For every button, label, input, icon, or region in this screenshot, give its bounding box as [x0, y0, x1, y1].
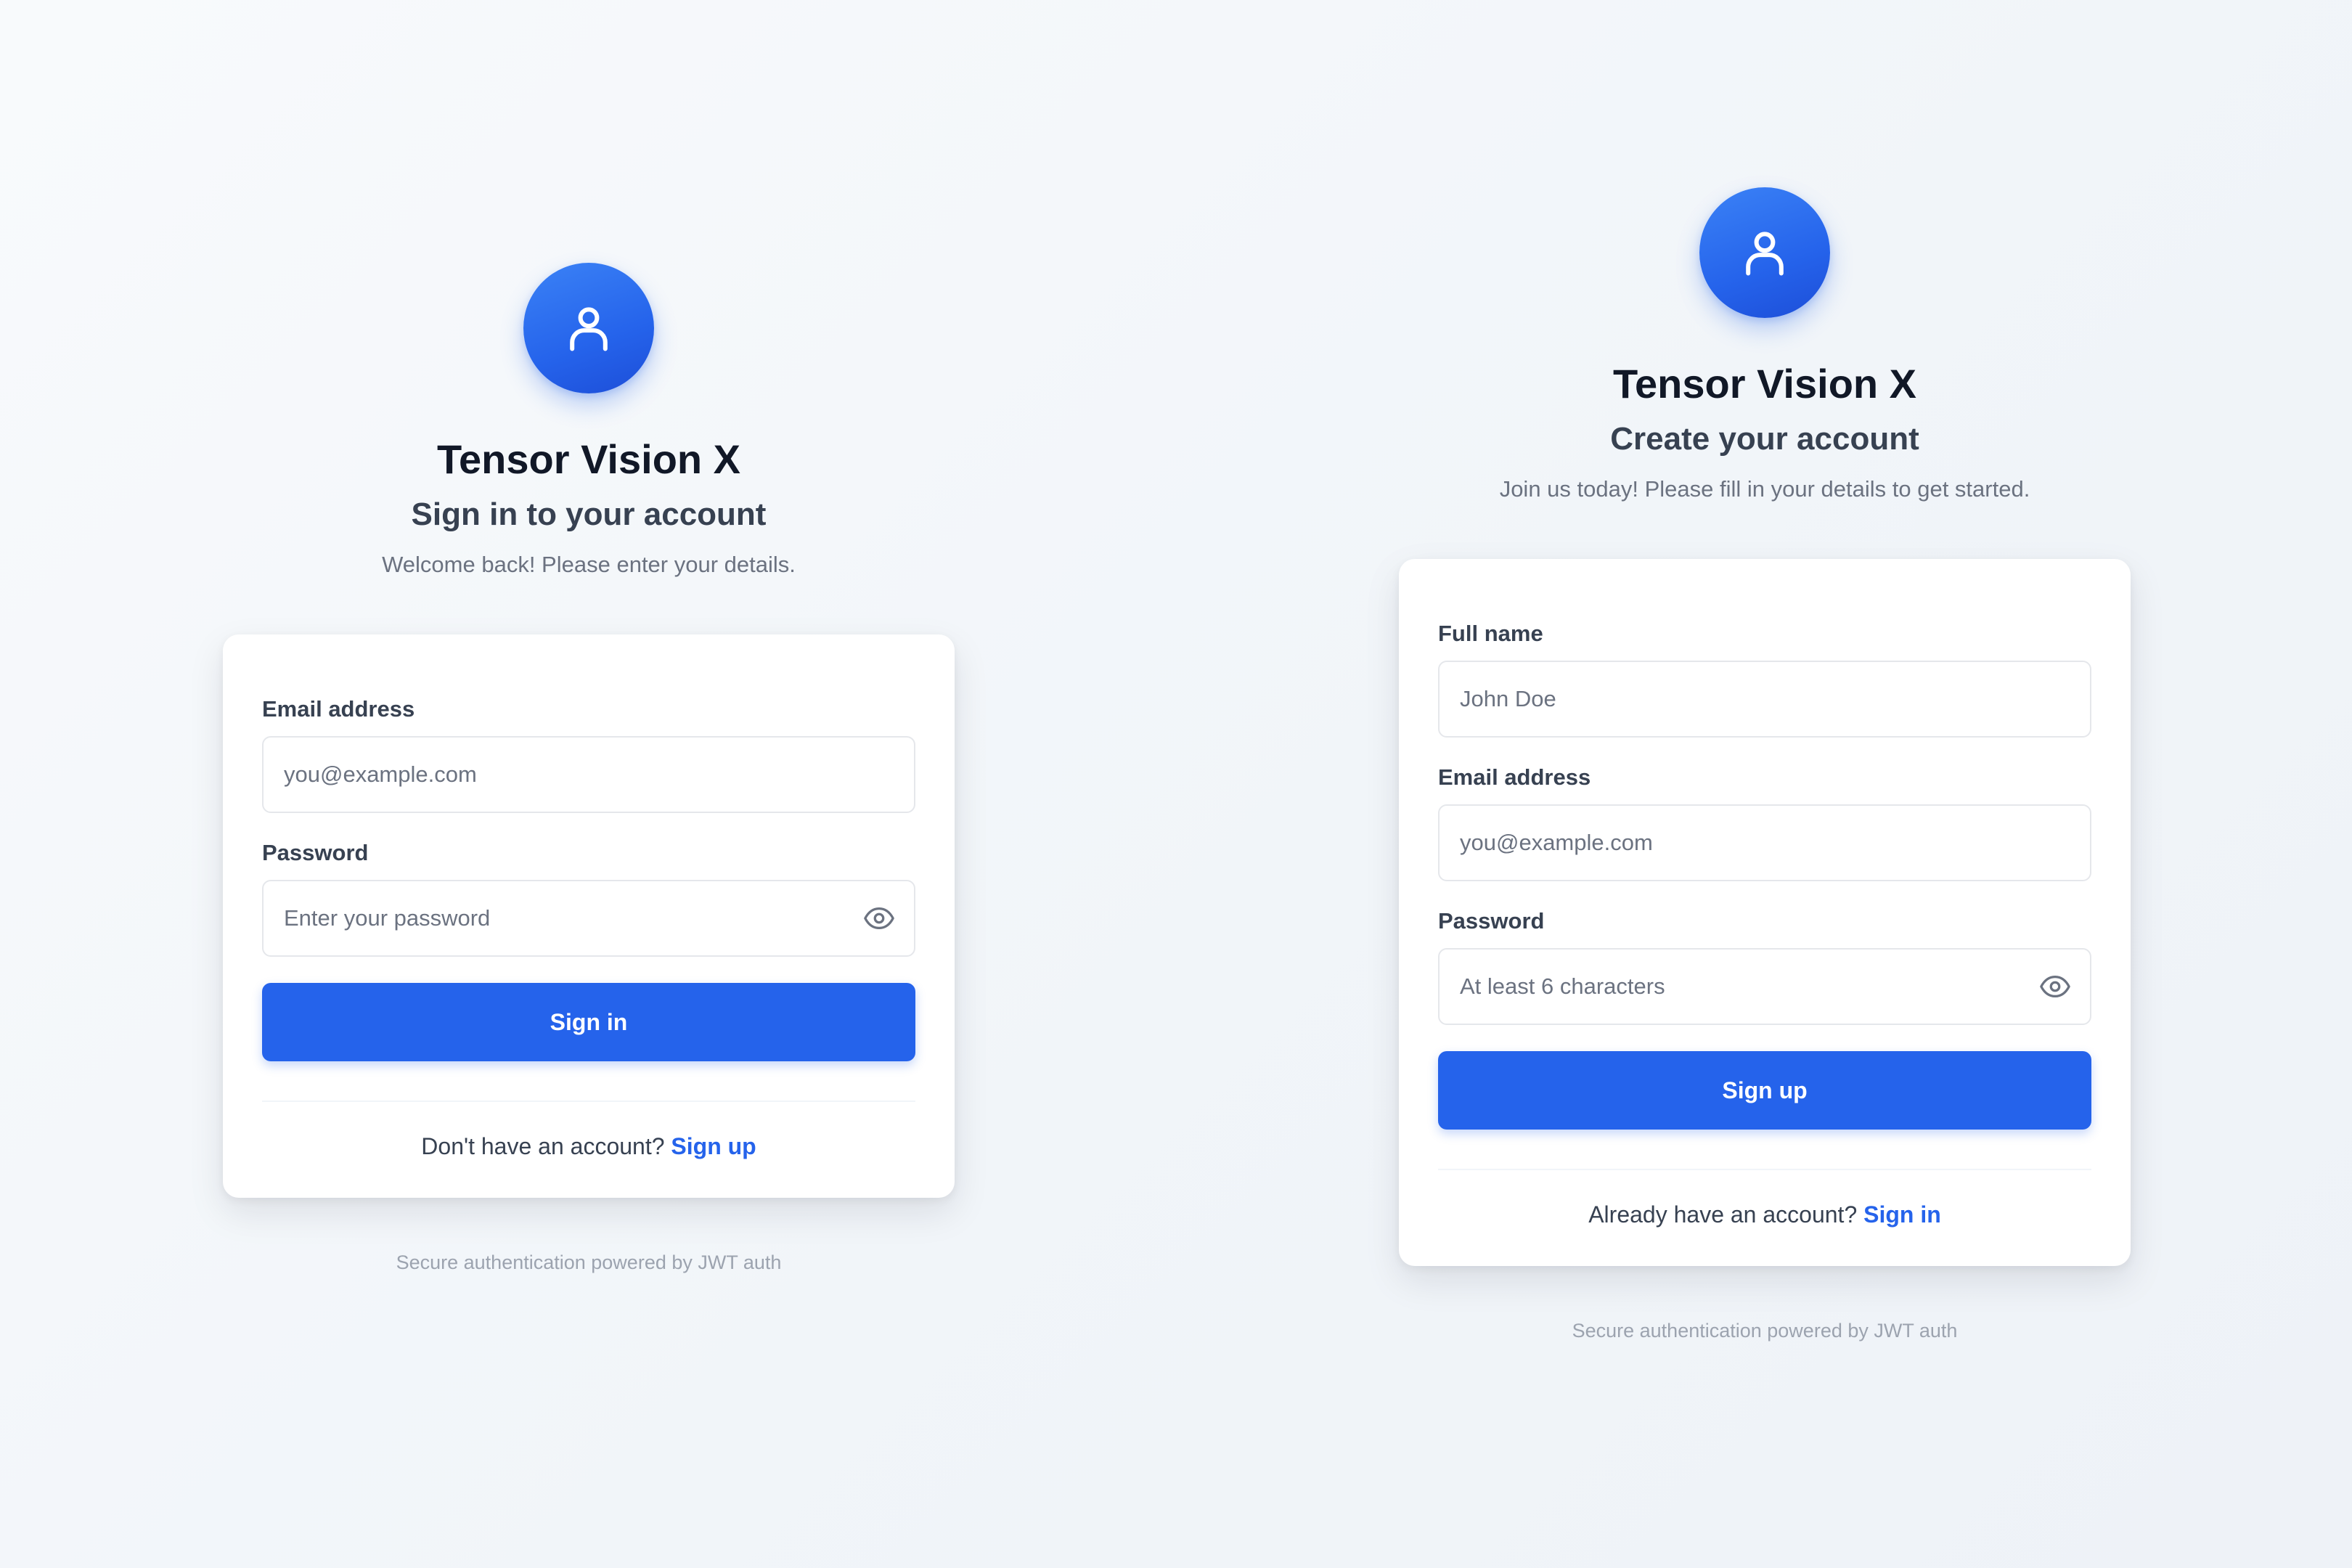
divider	[1438, 1169, 2091, 1170]
sign-in-header: Tensor Vision X Sign in to your account …	[223, 263, 955, 579]
security-footer: Secure authentication powered by JWT aut…	[396, 1251, 782, 1273]
switch-prompt: Already have an account?	[1588, 1201, 1858, 1228]
email-field-group: Email address	[262, 695, 915, 813]
email-input[interactable]	[264, 738, 914, 812]
user-icon	[570, 307, 608, 351]
password-input[interactable]	[264, 881, 914, 955]
app-title: Tensor Vision X	[436, 436, 741, 482]
password-input-wrapper	[1438, 948, 2091, 1025]
show-password-toggle[interactable]	[2038, 969, 2073, 1004]
sign-up-panel: Tensor Vision X Create your account Join…	[1399, 187, 2131, 1343]
email-field-group: Email address	[1438, 764, 2091, 881]
sign-in-form: Email address Password Sign in Don't hav…	[223, 634, 955, 1198]
full-name-field-group: Full name	[1438, 620, 2091, 738]
sign-in-link[interactable]: Sign in	[1863, 1201, 1941, 1228]
divider	[262, 1101, 915, 1102]
full-name-label: Full name	[1438, 621, 1543, 646]
password-label: Password	[1438, 908, 1545, 934]
switch-to-sign-in: Already have an account? Sign in	[1438, 1199, 2091, 1230]
page-subheading: Join us today! Please fill in your detai…	[1499, 476, 2030, 502]
show-password-toggle[interactable]	[862, 901, 897, 936]
email-input-wrapper	[1438, 804, 2091, 881]
page-heading: Create your account	[1610, 421, 1919, 457]
app-title: Tensor Vision X	[1612, 361, 1917, 407]
switch-to-sign-up: Don't have an account? Sign up	[262, 1131, 915, 1161]
sign-up-link[interactable]: Sign up	[671, 1133, 756, 1159]
user-icon	[1746, 232, 1784, 276]
password-input[interactable]	[1440, 950, 2090, 1024]
eye-icon	[2040, 975, 2070, 998]
password-field-group: Password	[1438, 907, 2091, 1025]
email-label: Email address	[262, 696, 415, 722]
full-name-input-wrapper	[1438, 661, 2091, 738]
password-field-group: Password	[262, 839, 915, 957]
sign-in-panel: Tensor Vision X Sign in to your account …	[223, 263, 955, 1275]
password-label: Password	[262, 840, 369, 865]
password-input-wrapper	[262, 880, 915, 957]
sign-up-button[interactable]: Sign up	[1438, 1051, 2091, 1130]
full-name-input[interactable]	[1440, 662, 2090, 736]
sign-up-form: Full name Email address Password	[1399, 559, 2131, 1266]
switch-prompt: Don't have an account?	[421, 1133, 665, 1159]
page-subheading: Welcome back! Please enter your details.	[382, 552, 796, 577]
email-input-wrapper	[262, 736, 915, 813]
page-heading: Sign in to your account	[411, 497, 767, 532]
sign-in-button[interactable]: Sign in	[262, 983, 915, 1061]
sign-up-header: Tensor Vision X Create your account Join…	[1399, 187, 2131, 504]
email-input[interactable]	[1440, 806, 2090, 880]
brand-avatar	[1699, 187, 1830, 318]
security-footer: Secure authentication powered by JWT aut…	[1572, 1320, 1958, 1342]
email-label: Email address	[1438, 764, 1591, 790]
eye-icon	[864, 907, 894, 930]
brand-avatar	[523, 263, 654, 393]
